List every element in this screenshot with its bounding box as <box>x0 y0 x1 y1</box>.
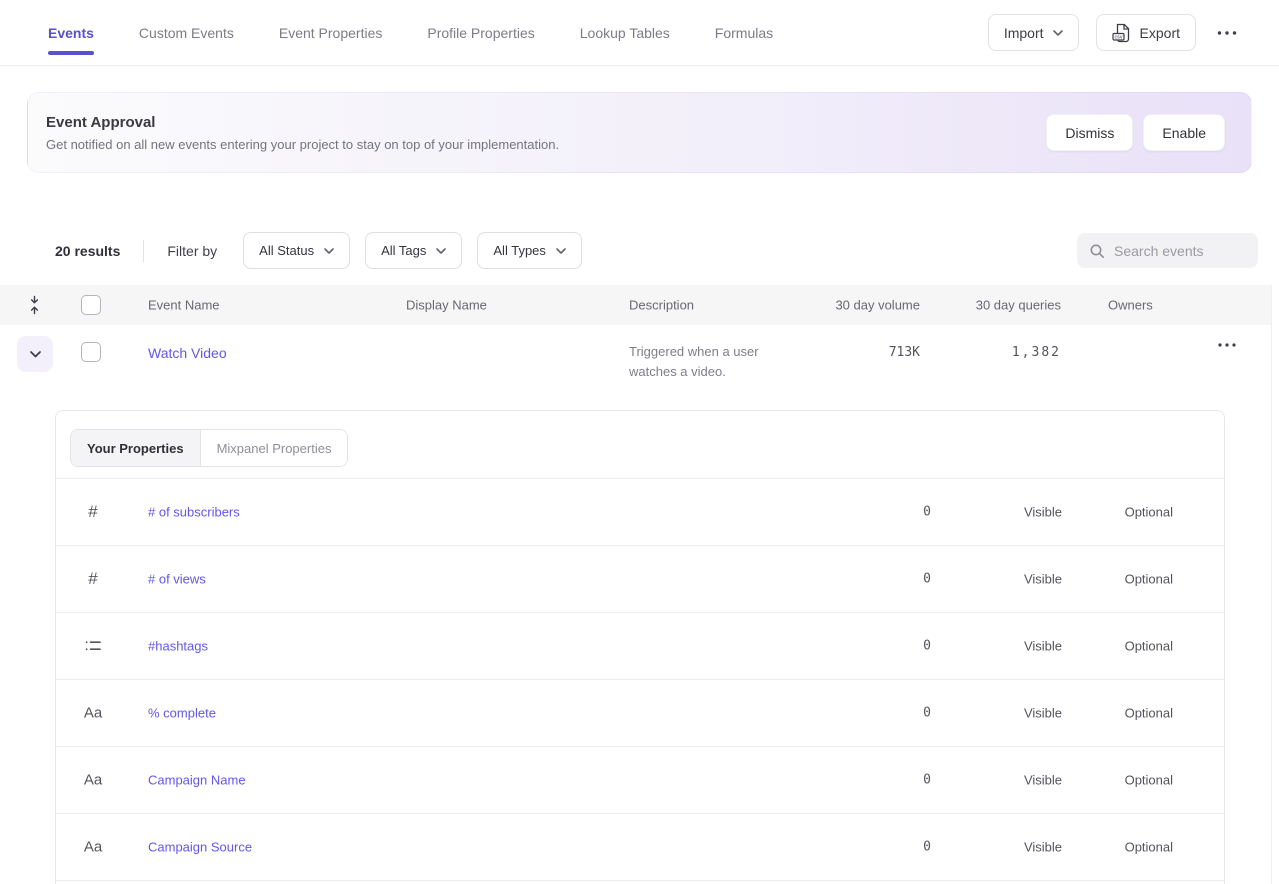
tab-custom-events[interactable]: Custom Events <box>139 0 234 65</box>
row-checkbox[interactable] <box>81 342 101 362</box>
property-name-link[interactable]: #hashtags <box>148 639 208 654</box>
tab-profile-properties[interactable]: Profile Properties <box>427 0 534 65</box>
tab-lookup-tables[interactable]: Lookup Tables <box>580 0 670 65</box>
property-count: 0 <box>923 505 931 520</box>
properties-panel: Your Properties Mixpanel Properties # # … <box>55 410 1225 884</box>
select-all-checkbox[interactable] <box>81 295 101 315</box>
chevron-down-icon <box>30 351 41 358</box>
event-approval-banner: Event Approval Get notified on all new e… <box>27 92 1252 173</box>
chevron-down-icon <box>556 248 566 254</box>
property-visibility: Visible <box>1024 840 1062 855</box>
property-count: 0 <box>923 840 931 855</box>
number-type-icon: # <box>80 569 106 589</box>
property-requirement: Optional <box>1125 639 1173 654</box>
tags-filter-dropdown[interactable]: All Tags <box>365 232 462 269</box>
property-requirement: Optional <box>1125 505 1173 520</box>
text-type-icon: Aa <box>80 839 106 856</box>
nav-tabs: Events Custom Events Event Properties Pr… <box>0 0 773 65</box>
event-30-day-queries: 1,382 <box>1012 345 1061 360</box>
events-table-header: Event Name Display Name Description 30 d… <box>0 285 1271 325</box>
banner-text: Event Approval Get notified on all new e… <box>28 114 559 152</box>
property-requirement: Optional <box>1125 773 1173 788</box>
tab-events[interactable]: Events <box>48 0 94 65</box>
top-nav: Events Custom Events Event Properties Pr… <box>0 0 1279 66</box>
tab-event-properties[interactable]: Event Properties <box>279 0 383 65</box>
search-input[interactable] <box>1114 243 1246 259</box>
column-30-day-volume[interactable]: 30 day volume <box>835 298 920 313</box>
property-row: Aa Campaign Name 0 Visible Optional <box>56 747 1224 814</box>
column-event-name[interactable]: Event Name <box>148 298 220 313</box>
text-type-icon: Aa <box>80 705 106 722</box>
property-row: Aa % complete 0 Visible Optional <box>56 680 1224 747</box>
list-type-icon <box>80 640 106 652</box>
collapse-all-icon[interactable] <box>28 296 41 315</box>
property-row: #hashtags 0 Visible Optional <box>56 613 1224 680</box>
property-name-link[interactable]: Campaign Source <box>148 840 252 855</box>
property-visibility: Visible <box>1024 572 1062 587</box>
property-visibility: Visible <box>1024 706 1062 721</box>
property-requirement: Optional <box>1125 706 1173 721</box>
property-name-link[interactable]: % complete <box>148 706 216 721</box>
property-visibility: Visible <box>1024 505 1062 520</box>
svg-text:csv: csv <box>1114 34 1122 40</box>
property-row: Aa Campaign Source 0 Visible Optional <box>56 814 1224 881</box>
chevron-down-icon <box>436 248 446 254</box>
scroll-gutter-divider <box>1271 285 1272 884</box>
property-name-link[interactable]: # of subscribers <box>148 505 240 520</box>
search-box <box>1077 233 1258 268</box>
property-name-link[interactable]: Campaign Name <box>148 773 246 788</box>
chevron-down-icon <box>1053 30 1063 36</box>
tab-your-properties[interactable]: Your Properties <box>71 430 200 466</box>
event-description: Triggered when a user watches a video. <box>629 342 804 382</box>
property-name-link[interactable]: # of views <box>148 572 206 587</box>
text-type-icon: Aa <box>80 772 106 789</box>
column-30-day-queries[interactable]: 30 day queries <box>976 298 1061 313</box>
enable-button[interactable]: Enable <box>1143 114 1225 151</box>
property-requirement: Optional <box>1125 572 1173 587</box>
tab-mixpanel-properties[interactable]: Mixpanel Properties <box>200 430 348 466</box>
dismiss-button[interactable]: Dismiss <box>1046 114 1133 151</box>
csv-file-icon: csv <box>1112 23 1131 43</box>
filter-row: 20 results Filter by All Status All Tags… <box>55 232 1258 269</box>
collapse-row-button[interactable] <box>17 336 53 372</box>
property-row: # # of subscribers 0 Visible Optional <box>56 479 1224 546</box>
properties-tab-group: Your Properties Mixpanel Properties <box>70 429 348 467</box>
property-visibility: Visible <box>1024 773 1062 788</box>
chevron-down-icon <box>324 248 334 254</box>
filter-by-label: Filter by <box>167 243 217 259</box>
property-requirement: Optional <box>1125 840 1173 855</box>
event-name-link[interactable]: Watch Video <box>148 345 227 361</box>
row-more-ellipsis-icon[interactable] <box>1214 339 1240 351</box>
divider <box>143 240 144 262</box>
banner-actions: Dismiss Enable <box>1046 114 1251 151</box>
column-display-name[interactable]: Display Name <box>406 298 487 313</box>
property-row: # # of views 0 Visible Optional <box>56 546 1224 613</box>
property-count: 0 <box>923 773 931 788</box>
lexicon-events-page: Events Custom Events Event Properties Pr… <box>0 0 1279 884</box>
property-count: 0 <box>923 639 931 654</box>
column-owners[interactable]: Owners <box>1108 298 1153 313</box>
export-button[interactable]: csv Export <box>1096 14 1196 51</box>
tab-formulas[interactable]: Formulas <box>715 0 773 65</box>
property-count: 0 <box>923 572 931 587</box>
column-description[interactable]: Description <box>629 298 694 313</box>
status-filter-dropdown[interactable]: All Status <box>243 232 350 269</box>
property-count: 0 <box>923 706 931 721</box>
event-row-watch-video: Watch Video Triggered when a user watche… <box>0 325 1271 410</box>
search-icon <box>1089 243 1105 259</box>
import-button[interactable]: Import <box>988 14 1079 51</box>
more-ellipsis-icon[interactable] <box>1213 27 1241 39</box>
event-30-day-volume: 713K <box>889 345 920 360</box>
properties-tabs-row: Your Properties Mixpanel Properties <box>56 411 1224 479</box>
nav-actions: Import csv Export <box>988 14 1279 51</box>
number-type-icon: # <box>80 502 106 522</box>
types-filter-dropdown[interactable]: All Types <box>477 232 582 269</box>
banner-description: Get notified on all new events entering … <box>46 137 559 152</box>
property-visibility: Visible <box>1024 639 1062 654</box>
banner-title: Event Approval <box>46 114 559 131</box>
results-count: 20 results <box>55 243 120 259</box>
